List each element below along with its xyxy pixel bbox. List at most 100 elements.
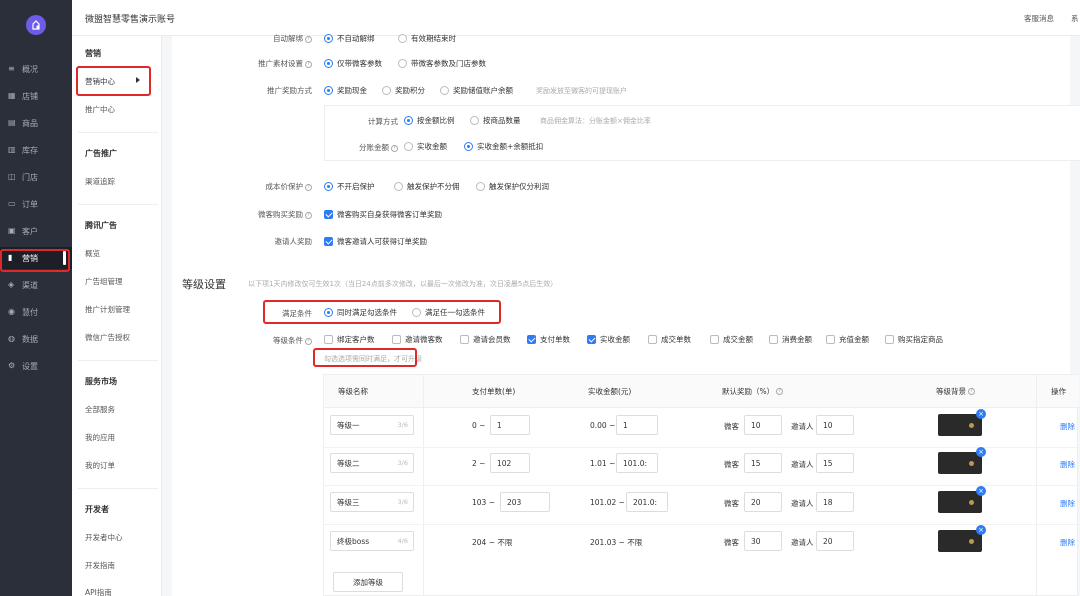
condition-checkbox-3[interactable]: 支付单数 [527,334,570,345]
yq-reward-input[interactable]: 15 [816,453,854,473]
help-icon[interactable]: ? [391,144,398,152]
level-name-input[interactable]: 终极boss 4/6 [330,531,414,551]
cost-protect-profit-option[interactable]: 触发保护仅分利润 [476,181,549,192]
nav-item-1[interactable]: ▦ 店铺 [0,85,72,107]
pay-count-to-input[interactable]: 1 [490,415,530,435]
subnav-item-promotion-center[interactable]: 推广中心 [85,104,115,115]
subnav-item-adgroup[interactable]: 广告组管理 [85,276,123,287]
subnav-item-my-apps[interactable]: 我的应用 [85,432,115,443]
delete-link[interactable]: 删除 [1060,498,1075,509]
level-name-input[interactable]: 等级一 3/6 [330,415,414,435]
condition-checkbox-5[interactable]: 成交单数 [648,334,691,345]
condition-checkbox-0[interactable]: 绑定客户数 [324,334,375,345]
pay-icon: ◉ [8,307,15,316]
help-icon[interactable]: ? [305,35,312,43]
amount-to-input[interactable]: 201.0: [626,492,668,512]
delete-link[interactable]: 删除 [1060,537,1075,548]
material-option-1[interactable]: 仅带微客参数 [324,58,382,69]
brand-logo[interactable] [26,15,46,35]
condition-checkbox-8[interactable]: 充值金额 [826,334,869,345]
nav-item-2[interactable]: ▤ 商品 [0,112,72,134]
amount-from: 201.03 ~ 不限 [590,538,643,547]
nav-item-8[interactable]: ◈ 渠道 [0,274,72,296]
yq-reward-input[interactable]: 20 [816,531,854,551]
level-name-input[interactable]: 等级三 3/6 [330,492,414,512]
nav-item-3[interactable]: ▥ 库存 [0,139,72,161]
condition-checkbox-9[interactable]: 购买指定商品 [885,334,943,345]
level-bg-thumbnail[interactable]: × [938,525,986,552]
help-icon[interactable]: ? [776,387,784,395]
self-buy-checkbox[interactable]: 微客购买自身获得微客订单奖励 [324,209,442,220]
delete-link[interactable]: 删除 [1060,459,1075,470]
level-bg-thumbnail[interactable]: × [938,409,986,436]
help-icon[interactable]: ? [968,387,975,395]
subnav-item-wechat-ad-auth[interactable]: 微信广告授权 [85,332,130,343]
calc-by-amount-option[interactable]: 按金额比例 [404,115,455,126]
material-option-2[interactable]: 带微客参数及门店参数 [398,58,486,69]
level-name-input[interactable]: 等级二 3/6 [330,453,414,473]
delete-link[interactable]: 删除 [1060,421,1075,432]
remove-icon[interactable]: × [976,486,986,496]
service-message-link[interactable]: 客服消息 [1024,13,1054,24]
subnav-item-channel-tracking[interactable]: 渠道追踪 [85,176,115,187]
subnav-item-dev-guide[interactable]: 开发指南 [85,560,115,571]
pay-count-to-input[interactable]: 203 [500,492,550,512]
subnav-item-all-services[interactable]: 全部服务 [85,404,115,415]
nav-item-4[interactable]: ◫ 门店 [0,166,72,188]
reward-cash-option[interactable]: 奖励现金 [324,85,367,96]
nav-item-label: 客户 [22,226,38,236]
help-icon[interactable]: ? [305,183,312,191]
nav-item-11[interactable]: ⚙ 设置 [0,355,72,377]
wk-reward-input[interactable]: 20 [744,492,782,512]
condition-checkbox-2[interactable]: 邀请会员数 [460,334,511,345]
subnav-item-my-orders[interactable]: 我的订单 [85,460,115,471]
yq-reward-input[interactable]: 18 [816,492,854,512]
subnav-item-plan[interactable]: 推广计划管理 [85,304,130,315]
split-received-balance-option[interactable]: 实收金额+余额抵扣 [464,141,543,152]
amount-to-input[interactable]: 1 [616,415,658,435]
auto-unbind-option-2[interactable]: 有效期结束时 [398,33,456,44]
auto-unbind-option-1[interactable]: 不自动解绑 [324,33,375,44]
calc-method-label: 计算方式 [368,117,398,126]
yq-label: 邀请人 [791,460,814,469]
radio-icon [324,86,333,95]
system-link[interactable]: 系 [1071,13,1079,24]
subnav-item-api-guide[interactable]: API指南 [85,587,112,596]
condition-checkbox-4[interactable]: 实收金额 [587,334,630,345]
condition-checkbox-7[interactable]: 消费金额 [769,334,812,345]
nav-item-10[interactable]: ◍ 数据 [0,328,72,350]
nav-item-0[interactable]: ≡ 概况 [0,58,72,80]
subnav-item-overview[interactable]: 概览 [85,248,100,259]
nav-item-5[interactable]: ▭ 订单 [0,193,72,215]
help-icon[interactable]: ? [305,60,312,68]
wk-reward-input[interactable]: 15 [744,453,782,473]
level-bg-thumbnail[interactable]: × [938,447,986,474]
pay-count-to-input[interactable]: 102 [490,453,530,473]
condition-checkbox-1[interactable]: 邀请微客数 [392,334,443,345]
cost-protect-off-option[interactable]: 不开启保护 [324,181,375,192]
level-bg-thumbnail[interactable]: × [938,486,986,513]
header-level-name: 等级名称 [338,375,368,407]
inviter-checkbox[interactable]: 微客邀请人可获得订单奖励 [324,236,427,247]
add-level-button[interactable]: 添加等级 [333,572,403,592]
calc-by-quantity-option[interactable]: 按商品数量 [470,115,521,126]
help-icon[interactable]: ? [305,211,312,219]
remove-icon[interactable]: × [976,409,986,419]
nav-item-label: 概况 [22,64,38,74]
nav-item-9[interactable]: ◉ 慧付 [0,301,72,323]
split-received-option[interactable]: 实收金额 [404,141,447,152]
help-icon[interactable]: ? [305,337,312,345]
condition-checkbox-6[interactable]: 成交金额 [710,334,753,345]
cost-protect-no-commission-option[interactable]: 触发保护不分佣 [394,181,460,192]
remove-icon[interactable]: × [976,525,986,535]
nav-item-6[interactable]: ▣ 客户 [0,220,72,242]
settings-icon: ⚙ [8,361,16,370]
subnav-item-dev-center[interactable]: 开发者中心 [85,532,123,543]
remove-icon[interactable]: × [976,447,986,457]
yq-reward-input[interactable]: 10 [816,415,854,435]
wk-reward-input[interactable]: 30 [744,531,782,551]
reward-balance-option[interactable]: 奖励储值账户余额 [440,85,513,96]
reward-points-option[interactable]: 奖励积分 [382,85,425,96]
wk-reward-input[interactable]: 10 [744,415,782,435]
amount-to-input[interactable]: 101.0: [616,453,658,473]
